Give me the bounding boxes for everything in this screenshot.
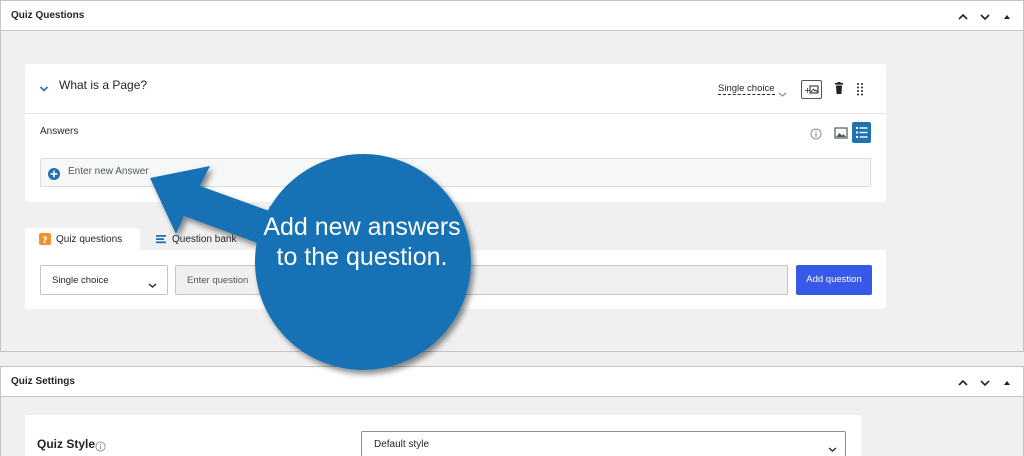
collapse-toggle-icon[interactable]	[1001, 376, 1013, 388]
chevron-up-icon[interactable]	[957, 10, 969, 22]
add-image-button[interactable]: +	[801, 80, 822, 99]
callout-text: Add new answers to the question.	[263, 213, 461, 271]
tab-quiz-questions[interactable]: ? Quiz questions	[25, 228, 140, 250]
plus-circle-icon[interactable]	[48, 167, 60, 180]
chevron-down-icon[interactable]	[778, 86, 787, 97]
info-icon[interactable]	[95, 439, 106, 452]
question-card: What is a Page? Single choice + Answers …	[25, 64, 886, 202]
chevron-down-icon	[828, 441, 837, 452]
quiz-style-select[interactable]: Default style	[361, 431, 846, 456]
new-question-placeholder: Enter question	[187, 275, 249, 286]
collapse-question-icon[interactable]	[39, 81, 49, 92]
box-actions	[957, 376, 1013, 388]
box-actions	[957, 10, 1013, 22]
question-mark-icon: ?	[39, 233, 51, 246]
quiz-settings-title: Quiz Settings	[11, 376, 75, 387]
answers-label: Answers	[40, 126, 79, 137]
chevron-up-icon[interactable]	[957, 376, 969, 388]
new-answer-placeholder: Enter new Answer	[68, 166, 149, 177]
new-answer-input[interactable]: Enter new Answer	[40, 158, 871, 187]
list-icon	[155, 233, 167, 245]
quiz-style-value: Default style	[374, 439, 430, 450]
quiz-style-label: Quiz Style	[37, 437, 96, 451]
quiz-style-card: Quiz Style Default style	[25, 415, 861, 456]
tab-question-bank-label: Question bank	[172, 233, 237, 245]
tab-question-bank[interactable]: Question bank	[153, 228, 273, 250]
quiz-questions-title: Quiz Questions	[11, 10, 85, 21]
svg-text:?: ?	[42, 236, 47, 245]
quiz-settings-header: Quiz Settings	[1, 367, 1023, 397]
quiz-questions-header: Quiz Questions	[1, 1, 1023, 31]
question-type-select[interactable]: Single choice	[718, 83, 775, 95]
add-question-button[interactable]: Add question	[796, 265, 872, 295]
list-view-icon[interactable]	[852, 122, 871, 143]
tab-quiz-questions-label: Quiz questions	[56, 233, 123, 245]
new-question-type-select[interactable]: Single choice	[40, 265, 168, 295]
image-view-icon[interactable]	[834, 126, 848, 139]
collapse-toggle-icon[interactable]	[1001, 10, 1013, 22]
question-header: What is a Page? Single choice +	[25, 64, 886, 114]
drag-handle-icon[interactable]	[856, 82, 864, 96]
new-question-type-value: Single choice	[52, 275, 109, 286]
question-title[interactable]: What is a Page?	[59, 78, 147, 92]
chevron-down-icon[interactable]	[979, 10, 991, 22]
trash-icon[interactable]	[833, 82, 845, 95]
chevron-down-icon[interactable]	[979, 376, 991, 388]
info-icon[interactable]	[810, 127, 822, 140]
chevron-down-icon	[148, 277, 157, 288]
